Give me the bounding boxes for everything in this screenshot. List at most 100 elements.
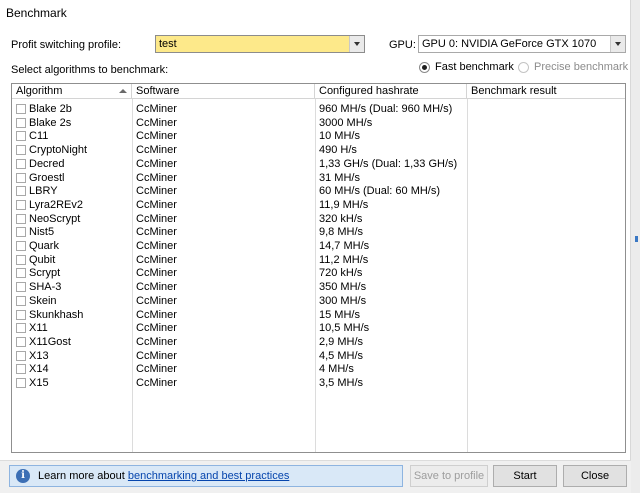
row-checkbox[interactable] [16,104,26,114]
row-checkbox[interactable] [16,158,26,169]
gpu-value: GPU 0: NVIDIA GeForce GTX 1070 [422,38,597,50]
algorithm-cell: X11 [29,322,48,335]
algorithm-cell: Decred [29,157,65,170]
row-checkbox[interactable] [16,336,26,347]
table-row[interactable]: Lyra2REv2 CcMiner 11,9 MH/s [12,198,467,212]
software-cell: CcMiner [136,144,177,157]
fast-benchmark-radio[interactable]: Fast benchmark [419,61,514,73]
algorithm-cell: X14 [29,363,49,376]
software-cell: CcMiner [136,240,177,252]
software-cell: CcMiner [136,103,177,115]
table-row[interactable]: Skein CcMiner 300 MH/s [12,294,467,308]
hashrate-cell: 300 MH/s [319,294,367,307]
column-divider [467,99,468,452]
table-row[interactable]: LBRY CcMiner 60 MH/s (Dual: 60 MH/s) [12,184,467,198]
row-checkbox[interactable] [16,186,26,197]
hashrate-cell: 60 MH/s (Dual: 60 MH/s) [319,185,441,198]
column-header-benchmark-result[interactable]: Benchmark result [467,84,625,98]
software-cell: CcMiner [136,253,177,266]
table-row[interactable]: Groestl CcMiner 31 MH/s [12,171,467,185]
row-checkbox[interactable] [16,282,26,293]
algorithm-cell: Qubit [29,253,56,266]
algorithm-cell: NeoScrypt [29,212,81,225]
table-row[interactable]: SHA-3 CcMiner 350 MH/s [12,280,467,294]
software-cell: CcMiner [136,349,177,362]
chevron-down-icon[interactable] [349,36,364,52]
table-row[interactable]: Decred CcMiner 1,33 GH/s (Dual: 1,33 GH/s) [12,157,467,171]
save-to-profile-button[interactable]: Save to profile [410,465,488,487]
table-row[interactable]: X13 CcMiner 4,5 MH/s [12,349,467,363]
row-checkbox[interactable] [16,323,26,334]
table-row[interactable]: CryptoNight CcMiner 490 H/s [12,143,467,157]
table-row[interactable]: Skunkhash CcMiner 15 MH/s [12,308,467,322]
row-checkbox[interactable] [16,241,26,251]
software-cell: CcMiner [136,335,177,348]
table-row[interactable]: X11Gost CcMiner 2,9 MH/s [12,335,467,349]
row-checkbox[interactable] [16,227,26,238]
profile-value: test [159,38,177,50]
algorithm-cell: LBRY [29,185,58,198]
table-row[interactable]: Nist5 CcMiner 9,8 MH/s [12,225,467,239]
info-icon: i [16,469,30,483]
table-row[interactable]: X14 CcMiner 4 MH/s [12,362,467,376]
precise-benchmark-radio[interactable]: Precise benchmark [518,61,628,73]
column-header-label: Algorithm [16,85,63,97]
table-row[interactable]: C11 CcMiner 10 MH/s [12,129,467,143]
gpu-dropdown[interactable]: GPU 0: NVIDIA GeForce GTX 1070 [418,35,626,53]
hashrate-cell: 960 MH/s (Dual: 960 MH/s) [319,103,453,115]
table-row[interactable]: Blake 2b CcMiner 960 MH/s (Dual: 960 MH/s) [12,102,467,116]
profile-dropdown[interactable]: test [155,35,365,53]
table-row[interactable]: Quark CcMiner 14,7 MH/s [12,239,467,253]
algorithm-cell: Nist5 [29,226,55,239]
hashrate-cell: 11,9 MH/s [319,198,369,211]
info-text: Learn more about benchmarking and best p… [38,470,289,482]
row-checkbox[interactable] [16,172,26,183]
software-cell: CcMiner [136,363,177,376]
table-row[interactable]: X15 CcMiner 3,5 MH/s [12,376,467,390]
benchmark-window: Benchmark Profit switching profile: test… [0,0,631,493]
table-row[interactable]: Blake 2s CcMiner 3000 MH/s [12,116,467,130]
row-checkbox[interactable] [16,350,26,361]
info-prefix: Learn more about [38,470,128,482]
hashrate-cell: 2,9 MH/s [319,335,364,348]
row-checkbox[interactable] [16,131,26,142]
row-checkbox[interactable] [16,378,26,388]
table-row[interactable]: X11 CcMiner 10,5 MH/s [12,321,467,335]
row-checkbox[interactable] [16,117,26,128]
hashrate-cell: 9,8 MH/s [319,226,364,239]
software-cell: CcMiner [136,198,177,211]
algorithm-cell: Quark [29,240,59,252]
hashrate-cell: 4,5 MH/s [319,349,364,362]
profile-label: Profit switching profile: [11,39,122,51]
algorithm-cell: Blake 2b [29,103,72,115]
column-header-configured-hashrate[interactable]: Configured hashrate [315,84,467,98]
column-header-algorithm[interactable]: Algorithm [12,84,132,98]
row-checkbox[interactable] [16,199,26,210]
row-checkbox[interactable] [16,268,26,279]
hashrate-cell: 3,5 MH/s [319,377,364,389]
row-checkbox[interactable] [16,309,26,320]
row-checkbox[interactable] [16,364,26,375]
software-cell: CcMiner [136,157,177,170]
table-row[interactable]: Scrypt CcMiner 720 kH/s [12,266,467,280]
row-checkbox[interactable] [16,295,26,306]
table-header: Algorithm Software Configured hashrate B… [12,84,625,99]
algorithm-cell: Lyra2REv2 [29,198,84,211]
precise-benchmark-label: Precise benchmark [534,61,629,73]
column-header-label: Software [136,85,180,97]
window-title: Benchmark [6,6,67,20]
info-banner: i Learn more about benchmarking and best… [9,465,403,487]
chevron-down-icon[interactable] [610,36,625,52]
hashrate-cell: 3000 MH/s [319,116,373,129]
column-header-software[interactable]: Software [132,84,315,98]
table-row[interactable]: NeoScrypt CcMiner 320 kH/s [12,212,467,226]
benchmarking-help-link[interactable]: benchmarking and best practices [128,470,289,482]
row-checkbox[interactable] [16,254,26,265]
row-checkbox[interactable] [16,145,26,156]
software-cell: CcMiner [136,171,177,184]
table-row[interactable]: Qubit CcMiner 11,2 MH/s [12,253,467,267]
start-button[interactable]: Start [493,465,557,487]
algorithm-cell: X13 [29,349,49,362]
row-checkbox[interactable] [16,213,26,224]
close-button[interactable]: Close [563,465,627,487]
